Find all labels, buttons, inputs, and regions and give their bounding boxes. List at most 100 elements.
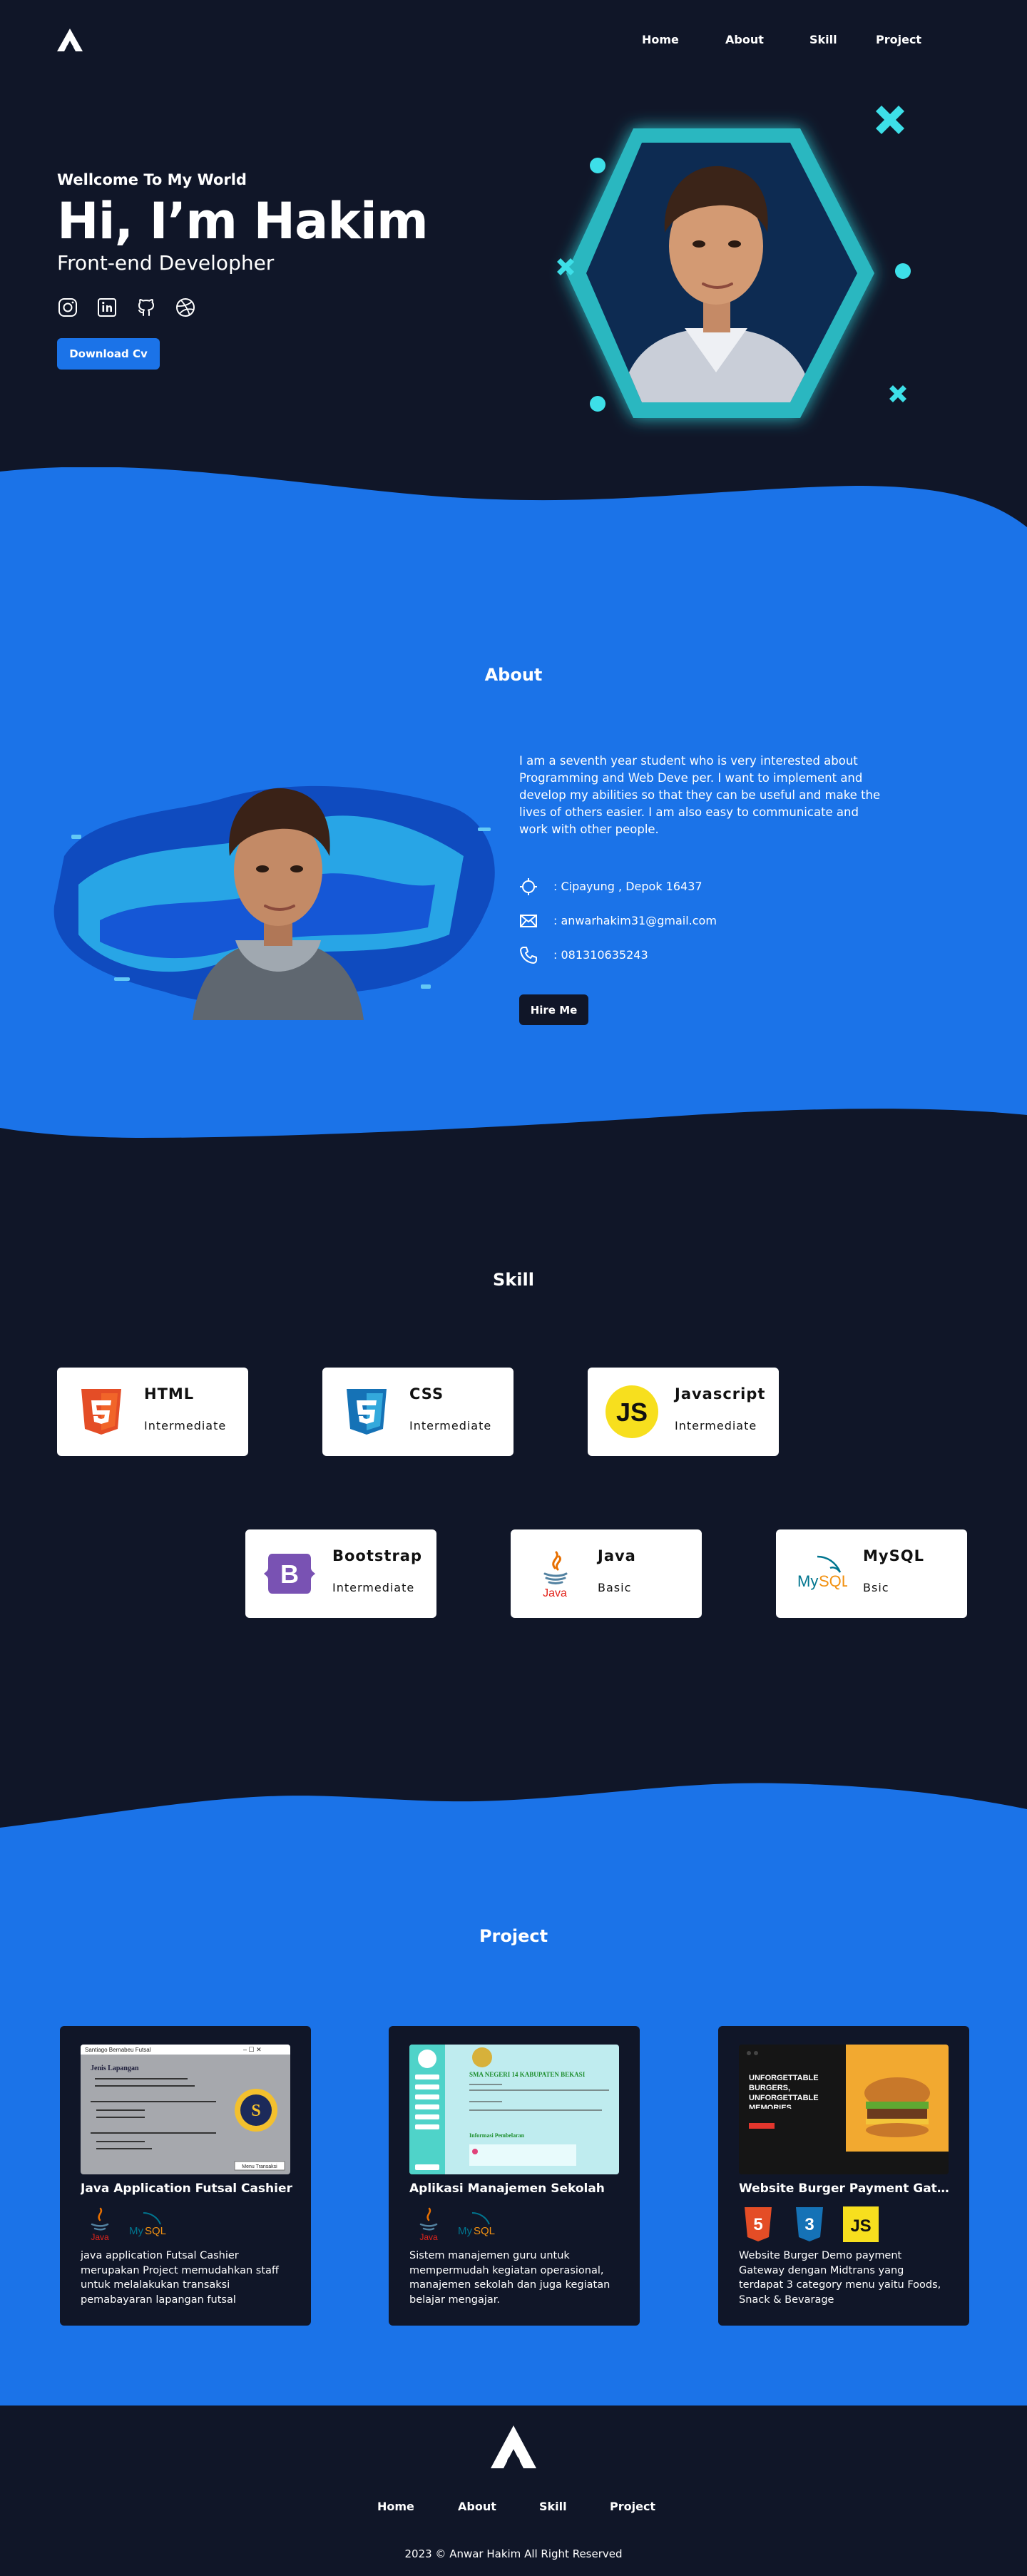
project-card[interactable]: UNFORGETTABLE BURGERS, UNFORGETTABLE MEM…	[718, 2026, 969, 2326]
footer-project-link[interactable]: Project	[610, 2500, 655, 2513]
java-icon: Java	[419, 2207, 438, 2242]
svg-text:5: 5	[753, 2215, 762, 2234]
svg-text:B: B	[280, 1559, 299, 1589]
css3-icon: 3	[796, 2207, 823, 2241]
skill-card-javascript: JS Javascript Intermediate	[588, 1368, 779, 1456]
project-tech-stack: Java My SQL	[409, 2206, 623, 2243]
top-nav: Home About Skill Project	[0, 0, 1027, 82]
thumb-heading: UNFORGETTABLE BURGERS, UNFORGETTABLE MEM…	[749, 2074, 819, 2109]
project-title: Website Burger Payment Gateway Midtrans	[739, 2182, 953, 2196]
skill-card-java: Java Java Basic	[511, 1529, 702, 1618]
logo-mark-icon[interactable]	[491, 2425, 536, 2468]
bootstrap-icon: B	[264, 1554, 315, 1594]
footer-home-link[interactable]: Home	[377, 2500, 414, 2513]
phone-text: : 081310635243	[553, 948, 648, 962]
project-title: Java Application Futsal Cashier	[81, 2182, 292, 2196]
instagram-icon[interactable]	[57, 297, 78, 318]
skill-level: Bsic	[863, 1581, 889, 1594]
skill-name: MySQL	[863, 1547, 924, 1564]
project-card[interactable]: Santiago Bernabeu Futsal – ☐ ✕ Jenis Lap…	[60, 2026, 311, 2326]
project-thumbnail: UNFORGETTABLE BURGERS, UNFORGETTABLE MEM…	[739, 2045, 949, 2174]
skill-name: HTML	[144, 1385, 195, 1402]
github-icon[interactable]	[136, 297, 157, 318]
phone-icon	[520, 947, 537, 964]
svg-text:JS: JS	[850, 2216, 871, 2236]
address-row: : Cipayung , Depok 16437	[519, 876, 876, 897]
nav-skill-link[interactable]: Skill	[809, 33, 837, 46]
skill-level: Basic	[598, 1581, 632, 1594]
html5-icon: 5	[745, 2207, 772, 2241]
hero-name: Hi, I’m Hakim	[57, 192, 429, 250]
project-card[interactable]: SMA NEGERI 14 KABUPATEN BEKASI Informasi…	[389, 2026, 640, 2326]
mysql-icon: My SQL	[129, 2212, 166, 2237]
skill-card-bootstrap: B Bootstrap Intermediate	[245, 1529, 436, 1618]
nav-project-link[interactable]: Project	[876, 33, 921, 46]
svg-text:Java: Java	[543, 1587, 567, 1599]
html5-icon	[81, 1389, 121, 1435]
project-title: Aplikasi Manajemen Sekolah	[409, 2182, 605, 2196]
skill-level: Intermediate	[675, 1419, 757, 1432]
mail-icon	[520, 915, 537, 927]
javascript-icon: JS	[843, 2206, 879, 2242]
svg-text:My: My	[129, 2225, 143, 2237]
dribbble-icon[interactable]	[175, 297, 196, 318]
skill-level: Intermediate	[409, 1419, 492, 1432]
svg-text:S: S	[251, 2102, 260, 2120]
svg-text:3: 3	[804, 2215, 814, 2234]
skill-name: Java	[598, 1547, 636, 1564]
nav-about-link[interactable]: About	[725, 33, 764, 46]
address-text: : Cipayung , Depok 16437	[553, 880, 702, 893]
skill-level: Intermediate	[144, 1419, 227, 1432]
location-crosshair-icon	[520, 878, 537, 895]
svg-text:My: My	[797, 1572, 818, 1590]
hero-welcome: Wellcome To My World	[57, 171, 247, 188]
project-description: Sistem manajemen guru untuk mempermudah …	[409, 2250, 610, 2306]
skill-level: Intermediate	[332, 1581, 415, 1594]
project-thumbnail: SMA NEGERI 14 KABUPATEN BEKASI Informasi…	[409, 2045, 619, 2174]
footer-skill-link[interactable]: Skill	[539, 2500, 567, 2513]
css3-icon	[347, 1389, 387, 1435]
project-tech-stack: Java My SQL	[81, 2206, 295, 2243]
nav-home-link[interactable]: Home	[642, 33, 679, 46]
skill-card-css: CSS Intermediate	[322, 1368, 514, 1456]
project-heading: Project	[479, 1926, 548, 1946]
email-text: : anwarhakim31@gmail.com	[553, 914, 717, 927]
svg-text:My: My	[458, 2225, 472, 2237]
skill-name: CSS	[409, 1385, 444, 1402]
project-thumbnail: Santiago Bernabeu Futsal – ☐ ✕ Jenis Lap…	[81, 2045, 290, 2174]
thumb-window-title: Santiago Bernabeu Futsal	[85, 2047, 151, 2053]
hero-portrait-hexagon	[557, 106, 911, 418]
svg-text:SQL: SQL	[145, 2225, 166, 2237]
svg-text:SQL: SQL	[819, 1572, 847, 1590]
email-row: : anwarhakim31@gmail.com	[519, 910, 876, 932]
hero-role: Front-end Developher	[57, 251, 275, 275]
footer-about-link[interactable]: About	[458, 2500, 496, 2513]
hire-me-button[interactable]: Hire Me	[519, 994, 588, 1025]
java-icon: Java	[543, 1551, 568, 1599]
copyright-text: 2023 © Anwar Hakim All Right Reserved	[404, 2547, 623, 2560]
svg-text:JS: JS	[616, 1398, 648, 1427]
social-links	[57, 297, 221, 318]
thumb-heading: SMA NEGERI 14 KABUPATEN BEKASI	[469, 2071, 586, 2078]
about-portrait-illustration	[53, 785, 495, 1020]
skill-name: Javascript	[675, 1385, 766, 1402]
project-tech-stack: 5 3 JS	[739, 2206, 953, 2243]
java-icon: Java	[91, 2207, 109, 2242]
skill-heading: Skill	[493, 1270, 534, 1290]
thumb-button: Menu Transaksi	[242, 2164, 277, 2169]
thumb-footer: Informasi Pembelaran	[469, 2132, 525, 2139]
javascript-icon: JS	[606, 1385, 658, 1438]
linkedin-icon[interactable]	[96, 297, 118, 318]
thumb-heading: Jenis Lapangan	[91, 2065, 139, 2072]
about-description: I am a seventh year student who is very …	[519, 754, 881, 836]
skill-name: Bootstrap	[332, 1547, 422, 1564]
download-cv-button[interactable]: Download Cv	[57, 338, 160, 370]
phone-row: : 081310635243	[519, 945, 876, 966]
skill-card-mysql: My SQL MySQL Bsic	[776, 1529, 967, 1618]
svg-text:Java: Java	[91, 2232, 109, 2242]
project-description: Website Burger Demo payment Gateway deng…	[739, 2250, 941, 2306]
footer: Home About Skill Project 2023 © Anwar Ha…	[0, 2406, 1027, 2576]
skill-card-html: HTML Intermediate	[57, 1368, 248, 1456]
svg-text:Java: Java	[419, 2232, 438, 2242]
mysql-icon: My SQL	[458, 2212, 495, 2237]
